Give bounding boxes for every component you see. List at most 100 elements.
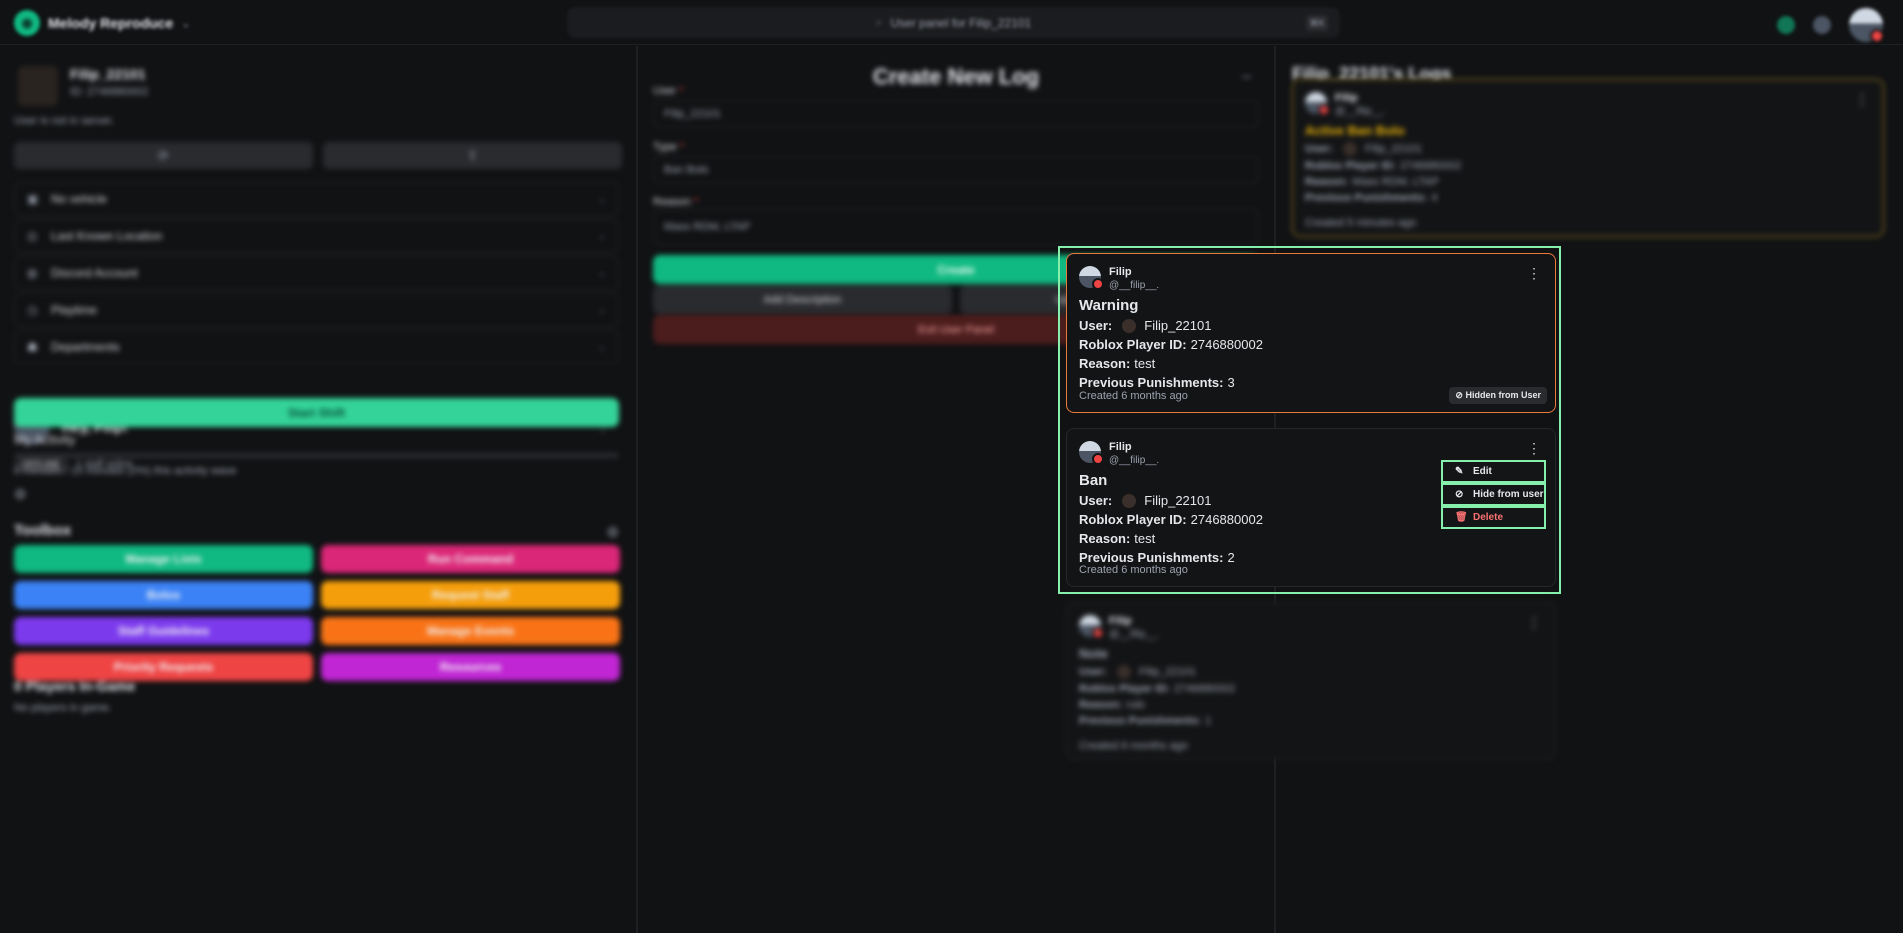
gear-icon[interactable]: ⚙ [606,524,619,541]
user-status: User is not in server. [14,115,115,127]
user-label: User * [653,85,684,97]
log-type: Note [1079,646,1108,661]
log-user-line: User: Filip_22101 [1079,318,1212,333]
log-card[interactable]: Filip @__filip__. ⋮ Active Ban Bolo User:… [1292,79,1884,237]
log-roblox-line: Roblox Player ID: 2746880002 [1079,512,1263,527]
log-type: Active Ban Bolo [1305,123,1405,138]
user-info-panel: Filip_22101 ID: 2746880002 User is not i… [14,46,622,933]
author-handle: @__filip__. [1109,629,1160,640]
reason-textarea[interactable]: Mass RDM, LTAP [653,209,1259,245]
status-icon[interactable] [1777,16,1795,34]
car-icon: ▣ [27,192,39,206]
search-text: User panel for Filip_22101 [890,15,1032,30]
accordion-label: No vehicle [51,192,108,206]
refresh-button[interactable]: ⟳ [14,142,313,169]
share-button[interactable]: ⇪ [323,142,622,169]
chevron-down-icon: ⌄ [597,193,606,205]
profile-avatar[interactable] [1849,8,1884,43]
more-icon[interactable]: ⋮ [1527,266,1541,280]
author-handle: @__filip__. [1335,106,1386,117]
map-pin-icon: ◎ [27,229,38,243]
app-name: Melody Reproduce [48,15,174,31]
eye-off-icon: ⊘ [1455,489,1464,500]
user-avatar [18,66,58,106]
created-time: Created 5 minutes ago [1305,217,1417,229]
collapse-icon[interactable]: – [1242,68,1251,86]
refresh-icon: ⟳ [158,147,169,163]
user-field[interactable]: Filip_22101 [653,100,1259,128]
log-card-note[interactable]: Filip @__filip__. ⋮ Note User: Filip_22101… [1066,602,1556,760]
edit-icon: ✎ [1455,466,1464,477]
workspace-switcher[interactable]: ◉ Melody Reproduce ⌄ [14,10,190,36]
created-time: Created 6 months ago [1079,564,1188,576]
eye-off-icon: ⊘ [1455,390,1463,400]
tool-button[interactable]: Resources [321,653,620,681]
avatar [1305,92,1330,116]
more-icon[interactable]: ⋮ [1855,92,1869,106]
accordion-label: Playtime [51,303,98,317]
author-name: Filip [1109,615,1132,627]
edit-menu-item[interactable]: ✎ Edit [1441,460,1546,483]
tool-button[interactable]: Run Command [321,545,620,573]
chevron-down-icon: ⌄ [597,341,606,353]
accordion-label: Discord Account [51,266,138,280]
log-roblox-line: Roblox Player ID: 2746880002 [1079,337,1263,352]
tool-button[interactable]: Staff Guidelines [14,617,313,645]
user-name: Filip_22101 [70,66,146,82]
activity-title: My Activity [14,432,76,447]
chevron-down-icon: ⌄ [597,267,606,279]
more-icon[interactable]: ⋮ [1527,615,1541,629]
activity-summary: 0 minutes / 15 minutes (0%) this activit… [14,465,237,477]
log-card-warning[interactable]: Filip @__filip__. ⋮ Warning User: Filip_22… [1066,253,1556,413]
user-avatar [1122,318,1137,333]
accordion-discord[interactable]: ◍ Discord Account ⌄ [14,256,619,290]
column-divider [636,46,638,933]
accordion-playtime[interactable]: ◷ Playtime ⌄ [14,293,619,327]
delete-menu-item[interactable]: 🗑 Delete [1441,506,1546,529]
activity-progress-bar [14,453,619,458]
log-reason-line: Reason: test [1079,531,1156,546]
more-icon[interactable]: ⋮ [1527,441,1541,455]
hide-from-user-menu-item[interactable]: ⊘ Hide from user [1441,483,1546,506]
accordion-vehicle[interactable]: ▣ No vehicle ⌄ [14,182,619,216]
tool-button[interactable]: Request Staff [321,581,620,609]
accordion-label: Last Known Location [51,229,163,243]
shortcut-hint: ⌘K [1306,15,1328,31]
tool-button[interactable]: Manage Events [321,617,620,645]
app-logo: ◉ [14,10,40,36]
reason-label: Reason * [653,196,699,208]
tool-button[interactable]: Manage Lists [14,545,313,573]
type-label: Type * [653,141,685,153]
start-shift-button[interactable]: Start Shift [14,398,619,427]
created-time: Created 6 months ago [1079,740,1188,752]
user-id: ID: 2746880002 [70,86,149,98]
avatar [1079,266,1104,290]
toolbox-title: Toolbox [14,522,72,539]
author-handle: @__filip__. [1109,455,1160,466]
log-reason-line: Reason: test [1079,356,1156,371]
add-description-button[interactable]: Add Description [653,285,952,314]
tool-button[interactable]: Bolos [14,581,313,609]
share-icon: ⇪ [467,147,478,163]
avatar [1079,615,1104,639]
tool-button[interactable]: Priority Requests [14,653,313,681]
accordion-location[interactable]: ◎ Last Known Location ⌄ [14,219,619,253]
log-context-menu: ✎ Edit ⊘ Hide from user 🗑 Delete [1441,460,1546,529]
toolbox-grid: Manage Lists Run Command Bolos Request Staf… [14,545,620,681]
trash-icon: 🗑 [1455,512,1468,523]
activity-icon[interactable]: ⚙ [14,486,27,503]
players-empty-text: No players in game. [14,702,112,714]
chevron-down-icon: ⌄ [181,17,191,30]
top-bar: ◉ Melody Reproduce ⌄ ⌕ User panel for Fi… [0,0,1903,45]
type-select[interactable]: Ban Bolo [653,156,1259,184]
search-bar[interactable]: ⌕ User panel for Filip_22101 ⌘K [568,8,1339,37]
chevron-down-icon: ⌄ [597,230,606,242]
hidden-from-user-badge: ⊘ Hidden from User [1449,387,1547,404]
author-name: Filip [1335,92,1358,104]
accordion-departments[interactable]: ☗ Departments ⌄ [14,330,619,364]
avatar [1079,441,1104,465]
accordion-label: Departments [51,340,120,354]
bell-icon[interactable] [1813,16,1831,34]
page-title: Create New Log [872,64,1040,89]
log-previous-line: Previous Punishments: 2 [1079,550,1235,565]
